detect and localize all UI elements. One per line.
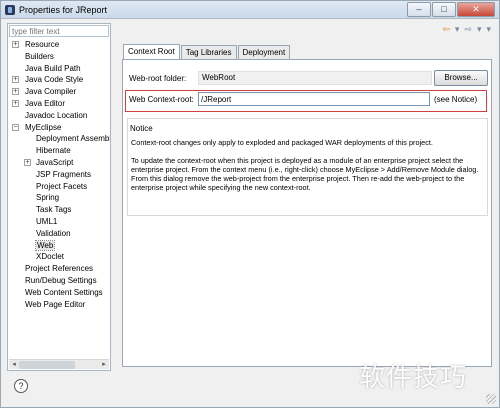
tree-item-label: Deployment Assembl [36, 134, 110, 144]
tree-item-resource[interactable]: + Resource [8, 39, 110, 51]
tree-item-project-facets[interactable]: Project Facets [8, 181, 110, 193]
tree-item-deployment-assembl[interactable]: Deployment Assembl [8, 133, 110, 145]
page-navigation-toolbar: ⇦ ▾ ⇨ ▾ ▾ [442, 24, 491, 35]
window-controls: – □ ✕ [407, 2, 495, 17]
tree-item-web-content-settings[interactable]: Web Content Settings [8, 287, 110, 299]
title-bar[interactable]: Properties for JReport – □ ✕ [1, 1, 499, 19]
tree-item-validation[interactable]: Validation [8, 228, 110, 240]
tree-item-label: Run/Debug Settings [25, 275, 97, 285]
tree-item-web[interactable]: Web [8, 239, 110, 252]
tree-item-label: Web [34, 239, 56, 251]
myeclipse-app-icon [5, 5, 15, 15]
expand-icon[interactable]: + [12, 76, 19, 84]
tree-item-label: Web Content Settings [25, 287, 103, 297]
expand-icon[interactable]: + [12, 99, 19, 107]
properties-dialog: Properties for JReport – □ ✕ + Resource Bu… [0, 0, 500, 408]
scroll-left-arrow-icon[interactable]: ◂ [10, 361, 18, 369]
tab-strip: Context Root Tag Libraries Deployment [123, 44, 291, 60]
tree-item-label: Hibernate [36, 146, 71, 156]
maximize-button[interactable]: □ [432, 2, 456, 17]
tree-item-label: Project Facets [36, 181, 88, 191]
notice-heading: Notice [130, 124, 153, 133]
tree-item-xdoclet[interactable]: XDoclet [8, 251, 110, 263]
back-arrow-icon[interactable]: ⇦ [442, 24, 450, 35]
tree-item-label: Task Tags [36, 205, 72, 215]
web-root-folder-label: Web-root folder: [129, 74, 187, 83]
web-context-root-label: Web Context-root: [129, 95, 194, 104]
tree-item-label: Validation [36, 228, 71, 238]
notice-text: Context-root changes only apply to explo… [131, 138, 481, 201]
tree-item-builders[interactable]: Builders [8, 51, 110, 63]
browse-button[interactable]: Browse... [434, 70, 488, 86]
tab-deployment[interactable]: Deployment [237, 45, 291, 59]
tree-item-myeclipse[interactable]: − MyEclipse [8, 122, 110, 134]
tree-horizontal-scrollbar[interactable]: ◂ ▸ [9, 359, 109, 369]
tree-item-label: Web Page Editor [25, 299, 86, 309]
tree-item-label: Spring [36, 193, 60, 203]
view-menu-chevron-icon[interactable]: ▾ [486, 24, 491, 35]
close-button[interactable]: ✕ [457, 2, 495, 17]
collapse-icon[interactable]: − [12, 123, 19, 131]
forward-menu-chevron-icon[interactable]: ▾ [477, 24, 482, 35]
tree-item-project-references[interactable]: Project References [8, 263, 110, 275]
tree-item-task-tags[interactable]: Task Tags [8, 204, 110, 216]
notice-paragraph-2: To update the context-root when this pro… [131, 156, 479, 193]
tree-item-uml1[interactable]: UML1 [8, 216, 110, 228]
watermark: 软件技巧 [359, 363, 468, 393]
tree-item-label: JavaScript [36, 157, 74, 167]
tree-item-jsp-fragments[interactable]: JSP Fragments [8, 169, 110, 181]
minimize-button[interactable]: – [407, 2, 431, 17]
filter-input[interactable] [9, 25, 109, 37]
tree-item-java-code-style[interactable]: + Java Code Style [8, 74, 110, 86]
expand-icon[interactable]: + [24, 158, 31, 166]
tree-item-label: MyEclipse [25, 122, 62, 132]
tab-tag-libraries[interactable]: Tag Libraries [180, 45, 237, 59]
tree-item-label: Java Compiler [25, 87, 77, 97]
tree-item-label: Java Code Style [25, 75, 84, 85]
preference-tree: + Resource Builders Java Build Path + Java Co… [8, 39, 110, 310]
back-menu-chevron-icon[interactable]: ▾ [455, 24, 460, 35]
forward-arrow-icon[interactable]: ⇨ [464, 24, 472, 35]
web-context-root-input[interactable] [198, 92, 430, 106]
tree-item-label: JSP Fragments [36, 169, 91, 179]
tree-item-java-editor[interactable]: + Java Editor [8, 98, 110, 110]
tree-item-hibernate[interactable]: Hibernate [8, 145, 110, 157]
tree-item-javadoc-location[interactable]: Javadoc Location [8, 110, 110, 122]
notice-paragraph-1: Context-root changes only apply to explo… [131, 138, 433, 147]
tree-item-label: UML1 [36, 216, 58, 226]
help-icon[interactable]: ? [14, 379, 28, 393]
expand-icon[interactable]: + [12, 88, 19, 96]
scrollbar-thumb[interactable] [19, 361, 75, 369]
tree-item-run-debug-settings[interactable]: Run/Debug Settings [8, 275, 110, 287]
preference-tree-pane: + Resource Builders Java Build Path + Java Co… [7, 23, 111, 371]
tree-item-label: Project References [25, 264, 94, 274]
tree-item-label: Java Build Path [25, 63, 81, 73]
tree-item-label: XDoclet [36, 252, 65, 262]
tree-item-label: Java Editor [25, 98, 66, 108]
expand-icon[interactable]: + [12, 41, 19, 48]
tree-item-java-build-path[interactable]: Java Build Path [8, 63, 110, 75]
tree-item-label: Builders [25, 51, 54, 61]
see-notice-label: (see Notice) [434, 95, 478, 104]
tab-context-root[interactable]: Context Root [123, 44, 180, 59]
context-root-panel: Web-root folder: WebRoot Browse... Web C… [122, 59, 492, 367]
tree-item-javascript[interactable]: + JavaScript [8, 157, 110, 169]
tree-item-label: Resource [25, 40, 60, 49]
tree-item-spring[interactable]: Spring [8, 192, 110, 204]
tree-item-web-page-editor[interactable]: Web Page Editor [8, 299, 110, 311]
web-root-folder-value: WebRoot [198, 71, 432, 85]
window-title: Properties for JReport [19, 5, 108, 15]
tree-item-label: Javadoc Location [25, 110, 88, 120]
scroll-right-arrow-icon[interactable]: ▸ [100, 361, 108, 369]
tree-item-java-compiler[interactable]: + Java Compiler [8, 86, 110, 98]
resize-grip[interactable] [486, 394, 496, 404]
